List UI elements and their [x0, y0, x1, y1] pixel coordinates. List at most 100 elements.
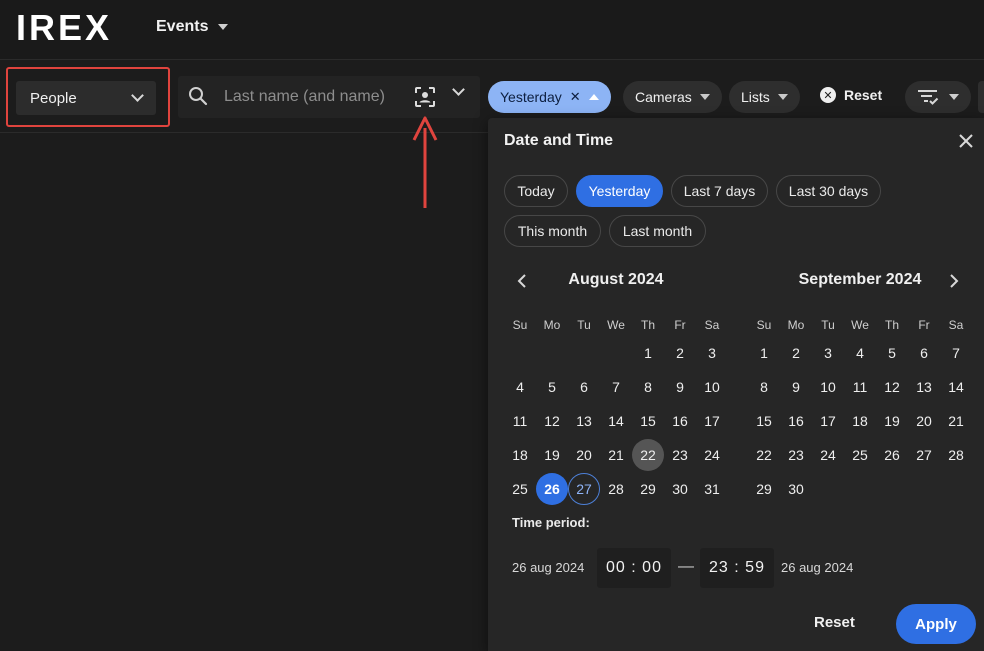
- calendar-day[interactable]: 10: [812, 371, 844, 403]
- weekday-label: Fr: [918, 318, 930, 332]
- search-icon: [189, 87, 208, 106]
- overflow-chip[interactable]: [978, 81, 984, 113]
- events-nav-menu[interactable]: Events: [156, 18, 229, 36]
- calendar-day[interactable]: 8: [632, 371, 664, 403]
- calendar-day[interactable]: 12: [876, 371, 908, 403]
- face-search-icon[interactable]: [414, 86, 436, 108]
- date-time-panel: Date and Time Today Yesterday Last 7 day…: [488, 118, 984, 651]
- calendar-day[interactable]: 18: [504, 439, 536, 471]
- calendar-day[interactable]: 9: [780, 371, 812, 403]
- weekday-label: Mo: [787, 318, 805, 332]
- caret-down-icon: [218, 24, 229, 30]
- end-time-input[interactable]: 23 : 59: [700, 548, 774, 588]
- calendar-day[interactable]: 5: [876, 337, 908, 369]
- calendar-day[interactable]: 11: [844, 371, 876, 403]
- calendar-day[interactable]: 16: [664, 405, 696, 437]
- start-time-input[interactable]: 00 : 00: [597, 548, 671, 588]
- panel-reset-button[interactable]: Reset: [814, 614, 855, 631]
- calendar-day[interactable]: 28: [600, 473, 632, 505]
- preset-last-month[interactable]: Last month: [609, 215, 706, 247]
- calendar-day[interactable]: 31: [696, 473, 728, 505]
- next-month-chevron-icon[interactable]: [946, 273, 962, 289]
- calendar-day[interactable]: 5: [536, 371, 568, 403]
- calendar-day[interactable]: 14: [940, 371, 972, 403]
- calendar-day[interactable]: 1: [632, 337, 664, 369]
- calendar-day[interactable]: 24: [696, 439, 728, 471]
- calendar-day[interactable]: 29: [748, 473, 780, 505]
- preset-yesterday[interactable]: Yesterday: [576, 175, 663, 207]
- time-range-dash: —: [678, 558, 694, 575]
- calendar-day[interactable]: 30: [664, 473, 696, 505]
- calendar-day[interactable]: 17: [696, 405, 728, 437]
- calendar-day[interactable]: 27: [568, 473, 600, 505]
- object-type-select[interactable]: People: [16, 81, 156, 115]
- weekday-label: Su: [756, 318, 772, 332]
- calendar-day[interactable]: 19: [876, 405, 908, 437]
- calendar-day[interactable]: 19: [536, 439, 568, 471]
- calendar-day[interactable]: 6: [568, 371, 600, 403]
- calendar-day[interactable]: 11: [504, 405, 536, 437]
- date-filter-chip[interactable]: Yesterday ✕: [488, 81, 611, 113]
- preset-last-7-days[interactable]: Last 7 days: [671, 175, 768, 207]
- calendar-day[interactable]: 2: [664, 337, 696, 369]
- calendar-day[interactable]: 3: [812, 337, 844, 369]
- calendar-day[interactable]: 24: [812, 439, 844, 471]
- prev-month-chevron-icon[interactable]: [514, 273, 530, 289]
- calendar-day[interactable]: 26: [876, 439, 908, 471]
- search-input[interactable]: [224, 84, 404, 110]
- calendar-day[interactable]: 20: [908, 405, 940, 437]
- clear-date-icon[interactable]: ✕: [570, 89, 581, 105]
- calendar-day[interactable]: 10: [696, 371, 728, 403]
- irex-logo[interactable]: IREX: [16, 7, 112, 48]
- calendar-day[interactable]: 12: [536, 405, 568, 437]
- calendar-day[interactable]: 7: [600, 371, 632, 403]
- weekday-label: Tu: [577, 318, 591, 332]
- object-type-value: People: [30, 89, 77, 107]
- calendar-day[interactable]: 25: [504, 473, 536, 505]
- preset-today[interactable]: Today: [504, 175, 568, 207]
- calendar-day[interactable]: 14: [600, 405, 632, 437]
- calendar-day[interactable]: 28: [940, 439, 972, 471]
- apply-button[interactable]: Apply: [896, 604, 976, 644]
- calendar-day[interactable]: 4: [844, 337, 876, 369]
- calendar-day[interactable]: 27: [908, 439, 940, 471]
- lists-filter-chip[interactable]: Lists: [729, 81, 800, 113]
- reset-filters-button[interactable]: ✕ Reset: [820, 87, 882, 103]
- calendar-day[interactable]: 20: [568, 439, 600, 471]
- app-bar: IREX Events: [0, 0, 984, 60]
- calendar-day[interactable]: 8: [748, 371, 780, 403]
- close-icon[interactable]: [958, 133, 974, 149]
- panel-title: Date and Time: [504, 132, 614, 149]
- calendar-day[interactable]: 3: [696, 337, 728, 369]
- calendar-day[interactable]: 9: [664, 371, 696, 403]
- preset-last-30-days[interactable]: Last 30 days: [776, 175, 881, 207]
- calendar-day[interactable]: 23: [664, 439, 696, 471]
- calendar-day[interactable]: 6: [908, 337, 940, 369]
- calendar-day[interactable]: 17: [812, 405, 844, 437]
- calendar-day[interactable]: 25: [844, 439, 876, 471]
- logo-text: IREX: [16, 7, 113, 48]
- calendar-day[interactable]: 18: [844, 405, 876, 437]
- more-filters-chip[interactable]: [905, 81, 971, 113]
- calendar-day[interactable]: 13: [908, 371, 940, 403]
- calendar-day[interactable]: 26: [536, 473, 568, 505]
- calendar-day[interactable]: 22: [748, 439, 780, 471]
- highlight-frame: People: [6, 67, 170, 127]
- calendar-day[interactable]: 21: [940, 405, 972, 437]
- calendar-day[interactable]: 29: [632, 473, 664, 505]
- preset-this-month[interactable]: This month: [504, 215, 601, 247]
- cameras-filter-chip[interactable]: Cameras: [623, 81, 722, 113]
- calendar-day[interactable]: 15: [748, 405, 780, 437]
- calendar-day[interactable]: 21: [600, 439, 632, 471]
- calendar-day[interactable]: 15: [632, 405, 664, 437]
- calendar-day[interactable]: 22: [632, 439, 664, 471]
- calendar-day[interactable]: 2: [780, 337, 812, 369]
- calendar-day[interactable]: 16: [780, 405, 812, 437]
- calendar-day[interactable]: 7: [940, 337, 972, 369]
- calendar-day[interactable]: 30: [780, 473, 812, 505]
- search-options-chevron-icon[interactable]: [452, 83, 465, 96]
- calendar-day[interactable]: 1: [748, 337, 780, 369]
- calendar-day[interactable]: 23: [780, 439, 812, 471]
- calendar-day[interactable]: 4: [504, 371, 536, 403]
- calendar-day[interactable]: 13: [568, 405, 600, 437]
